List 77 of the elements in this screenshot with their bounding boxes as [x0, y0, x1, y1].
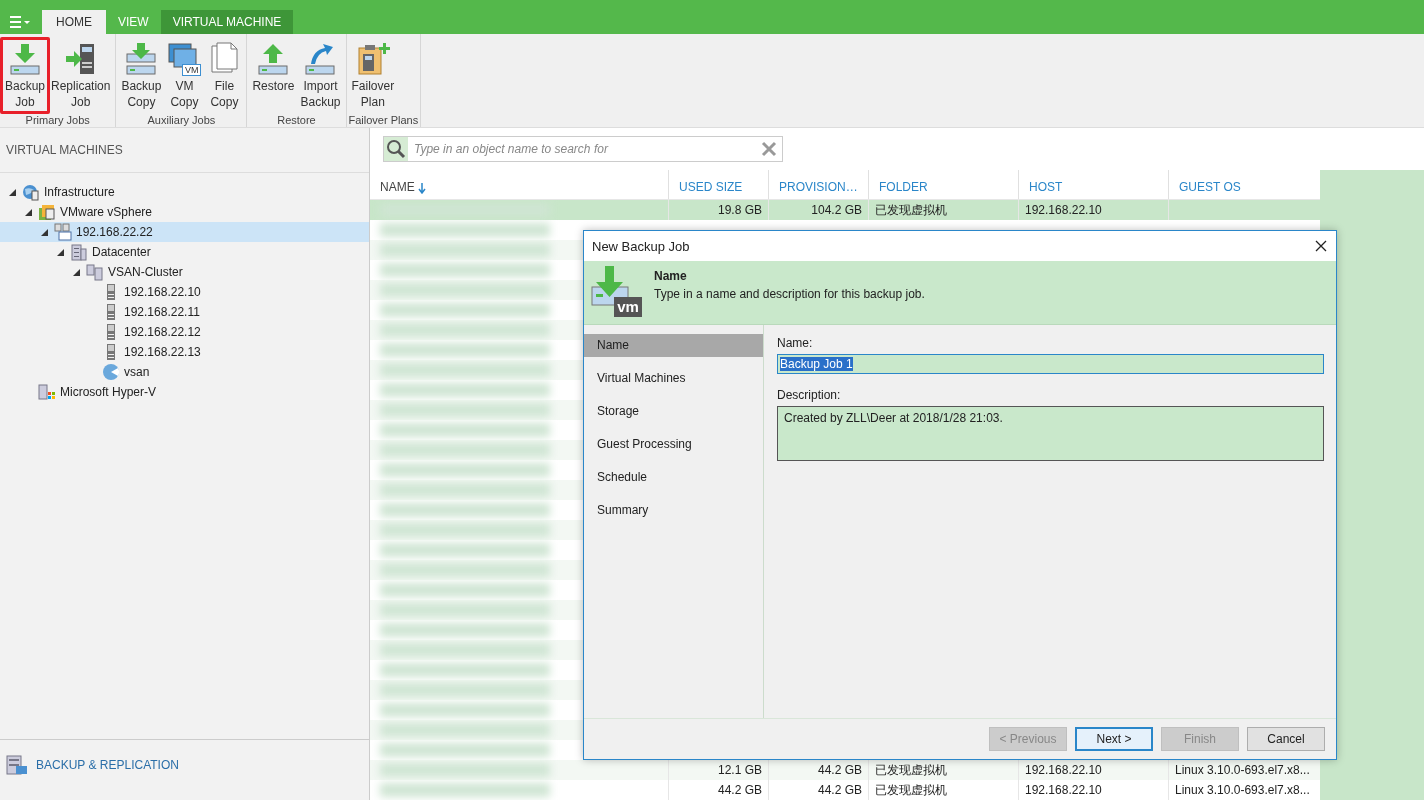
- expanded-icon: [24, 208, 32, 216]
- wizard-step[interactable]: Guest Processing: [584, 433, 763, 456]
- wizard-step[interactable]: Storage: [584, 400, 763, 423]
- column-header[interactable]: HOST: [1018, 170, 1168, 199]
- step-description: Type in a name and description for this backup job.: [654, 286, 925, 303]
- tree-item[interactable]: Microsoft Hyper-V: [0, 382, 369, 402]
- column-header[interactable]: PROVISION…: [768, 170, 868, 199]
- table-cell: 44.2 GB: [768, 780, 868, 800]
- ribbon-button[interactable]: Import Backup: [297, 38, 344, 114]
- vsphere-icon: [38, 203, 56, 221]
- ribbon-button[interactable]: Failover Plan: [348, 38, 398, 114]
- dialog-button[interactable]: Cancel: [1247, 727, 1325, 751]
- panel-title: VIRTUAL MACHINES: [0, 128, 369, 173]
- wizard-step[interactable]: Name: [584, 334, 763, 357]
- ribbon-group-label: Auxiliary Jobs: [146, 114, 217, 128]
- close-icon: [1315, 240, 1327, 252]
- vcenter-icon: [54, 223, 72, 241]
- expanded-icon: [8, 188, 16, 196]
- server-stack-icon: [124, 42, 159, 76]
- download-server-icon: [8, 42, 42, 76]
- table-cell: 192.168.22.10: [1018, 780, 1168, 800]
- wizard-step[interactable]: Schedule: [584, 466, 763, 489]
- table-cell: Linux 3.10.0-693.el7.x8...: [1168, 780, 1318, 800]
- building-icon: [70, 243, 88, 261]
- tree-item[interactable]: 192.168.22.10: [0, 282, 369, 302]
- clear-icon[interactable]: [761, 141, 777, 157]
- ribbon-group-label: Failover Plans: [348, 114, 419, 128]
- ribbon-button[interactable]: Replication Job: [48, 38, 114, 114]
- field-label: Description:: [777, 388, 842, 402]
- expanded-icon: [56, 248, 64, 256]
- globe-server-icon: [22, 183, 40, 201]
- tree-item[interactable]: VSAN-Cluster: [0, 262, 369, 282]
- search-field[interactable]: Type in an object name to search for: [383, 136, 783, 162]
- import-server-icon: [303, 42, 338, 76]
- sort-down-icon: [417, 183, 426, 194]
- tree-item[interactable]: 192.168.22.13: [0, 342, 369, 362]
- search-icon: [384, 137, 408, 161]
- tree-item[interactable]: VMware vSphere: [0, 202, 369, 222]
- database-icon: [6, 754, 28, 776]
- field-label: Name:: [777, 336, 814, 350]
- ribbon-tab[interactable]: VIRTUAL MACHINE: [160, 10, 294, 34]
- dialog-title: New Backup Job: [592, 238, 690, 254]
- expanded-icon: [72, 268, 80, 276]
- expanded-icon: [40, 228, 48, 236]
- tree-item[interactable]: Infrastructure: [0, 182, 369, 202]
- ribbon-button[interactable]: Backup Job: [2, 38, 49, 114]
- tree-item[interactable]: vsan: [0, 362, 369, 382]
- ribbon-button[interactable]: File Copy: [204, 38, 245, 114]
- hyperv-icon: [38, 383, 56, 401]
- wizard-step[interactable]: Summary: [584, 499, 763, 522]
- name-field[interactable]: Backup Job 1: [777, 354, 1324, 374]
- nav-item[interactable]: BACKUP & REPLICATION: [0, 739, 369, 800]
- column-header[interactable]: GUEST OS: [1168, 170, 1318, 199]
- tree-item[interactable]: Datacenter: [0, 242, 369, 262]
- wizard-step[interactable]: Virtual Machines: [584, 367, 763, 390]
- column-header[interactable]: FOLDER: [868, 170, 1018, 199]
- column-header[interactable]: NAME: [370, 170, 668, 199]
- cluster-icon: [86, 263, 104, 281]
- column-header[interactable]: USED SIZE: [668, 170, 768, 199]
- ribbon-tab[interactable]: HOME: [42, 10, 106, 34]
- ribbon-group-label: Restore: [276, 114, 317, 128]
- ribbon-button[interactable]: VM VM Copy: [164, 38, 205, 114]
- table-cell: 44.2 GB: [668, 780, 768, 800]
- upload-server-icon: [256, 42, 291, 76]
- dialog-button[interactable]: Next >: [1075, 727, 1153, 751]
- menu-icon: [10, 16, 32, 28]
- tree-item[interactable]: 192.168.22.11: [0, 302, 369, 322]
- table-cell: 已发现虚拟机: [868, 780, 1018, 800]
- tree-item[interactable]: 192.168.22.22: [0, 222, 369, 242]
- ribbon-button[interactable]: Restore: [249, 38, 298, 114]
- tree-item[interactable]: 192.168.22.12: [0, 322, 369, 342]
- ribbon-button[interactable]: Backup Copy: [118, 38, 165, 114]
- step-title: Name: [654, 268, 688, 285]
- clipboard-plus-icon: [355, 42, 390, 76]
- disk-icon: [102, 363, 120, 381]
- description-field[interactable]: Created by ZLL\Deer at 2018/1/28 21:03.: [777, 406, 1324, 461]
- ribbon-group-label: Primary Jobs: [24, 114, 91, 128]
